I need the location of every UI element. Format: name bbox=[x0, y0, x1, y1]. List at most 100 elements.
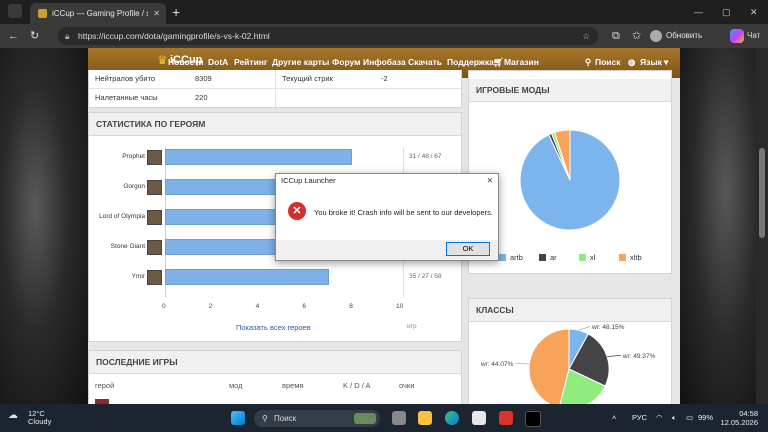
hero-name-label: Gorgon bbox=[123, 183, 145, 190]
start-windows-icon[interactable] bbox=[231, 411, 245, 425]
legend-item[interactable]: artb bbox=[499, 253, 523, 262]
game-modes-title: ИГРОВЫЕ МОДЫ bbox=[469, 79, 671, 102]
background-art-left bbox=[0, 48, 88, 404]
x-tick-label: 2 bbox=[208, 303, 213, 310]
task-view-icon[interactable] bbox=[392, 411, 406, 425]
legend-label: artb bbox=[510, 253, 523, 262]
classes-pie: wr: 48.15%wr: 49.37%wr: 52.24%wr: 44.07% bbox=[480, 324, 656, 404]
recent-games-panel: ПОСЛЕДНИЕ ИГРЫ герой мод время K / D / A… bbox=[88, 350, 462, 404]
lock-icon: 🔒︎ bbox=[65, 31, 70, 41]
scrollbar-thumb[interactable] bbox=[759, 148, 765, 238]
chat-button[interactable]: Чат bbox=[747, 28, 760, 44]
taskbar-clock[interactable]: 04:58 12.05.2026 bbox=[716, 409, 758, 427]
wifi-icon[interactable]: ◠ bbox=[656, 404, 663, 432]
favicon-icon bbox=[38, 9, 47, 18]
new-tab-icon[interactable]: + bbox=[172, 2, 180, 22]
extensions-icon[interactable]: ⧉ bbox=[612, 24, 620, 48]
hero-name-label: Stone Giant bbox=[110, 243, 145, 250]
hero-bar bbox=[165, 149, 353, 165]
weather-cloud-icon: ☁ bbox=[8, 410, 18, 421]
legend-item[interactable]: xltb bbox=[619, 253, 642, 262]
hero-portrait-icon[interactable] bbox=[147, 180, 162, 195]
heroes-panel-title: СТАТИСТИКА ПО ГЕРОЯМ bbox=[89, 113, 461, 136]
close-window-icon[interactable]: ✕ bbox=[750, 0, 758, 24]
stats-table: Нейтралов убито 8309 Текущий стрик -2 На… bbox=[88, 70, 462, 108]
slice-winrate-label: wr: 49.37% bbox=[622, 353, 656, 360]
legend-item[interactable]: xl bbox=[579, 253, 595, 262]
tray-chevron-icon[interactable]: ˄ bbox=[612, 404, 616, 432]
weather-condition: Cloudy bbox=[28, 417, 52, 426]
hero-name-label: Prophet bbox=[122, 153, 145, 160]
stat-value: -2 bbox=[381, 74, 388, 83]
battery-percent: 99% bbox=[698, 413, 714, 422]
maximize-icon[interactable]: ▢ bbox=[722, 0, 731, 24]
column-header-mode: мод bbox=[229, 381, 243, 390]
legend-swatch bbox=[539, 254, 546, 261]
active-app-icon[interactable] bbox=[525, 411, 541, 427]
close-tab-icon[interactable]: ✕ bbox=[153, 3, 160, 24]
hero-portrait-icon[interactable] bbox=[147, 270, 162, 285]
slice-connector-line bbox=[515, 363, 530, 365]
hero-name-label: Ymir bbox=[131, 273, 145, 280]
favorites-icon[interactable]: ✩ bbox=[632, 24, 641, 48]
battery-icon[interactable]: ▭ bbox=[686, 404, 693, 432]
input-language[interactable]: РУС bbox=[632, 404, 647, 432]
hero-name-label: Lord of Olympia bbox=[99, 213, 145, 220]
stat-label: Нейтралов убито bbox=[95, 74, 156, 83]
x-tick-label: 4 bbox=[255, 303, 260, 310]
address-bar[interactable]: 🔒︎ https://iccup.com/dota/gamingprofile/… bbox=[58, 27, 598, 45]
legend-item[interactable]: ar bbox=[539, 253, 557, 262]
back-icon[interactable]: ← bbox=[8, 24, 19, 48]
update-button[interactable]: Обновить bbox=[650, 28, 702, 44]
hero-bar bbox=[165, 269, 329, 285]
file-explorer-icon[interactable] bbox=[418, 411, 432, 425]
game-modes-legend: artb ar xl xltb bbox=[499, 253, 669, 265]
stat-value: 8309 bbox=[195, 74, 212, 83]
error-dialog: ICCup Launcher ✕ ✕ You broke it! Crash i… bbox=[275, 173, 499, 261]
legend-label: xltb bbox=[630, 253, 642, 262]
classes-pie-slice[interactable] bbox=[528, 328, 570, 404]
minimize-icon[interactable]: — bbox=[694, 0, 703, 24]
dialog-title: ICCup Launcher bbox=[281, 176, 336, 185]
browser-toolbar: ← ↻ 🔒︎ https://iccup.com/dota/gamingprof… bbox=[0, 24, 768, 48]
edge-browser-icon[interactable] bbox=[445, 411, 459, 425]
hero-portrait-icon[interactable] bbox=[147, 150, 162, 165]
windows-taskbar: ☁ 12°C Cloudy ⚲ Поиск ˄ РУС ◠ 🔈︎ ▭ 99% 0… bbox=[0, 404, 768, 432]
store-icon[interactable] bbox=[472, 411, 486, 425]
stat-label: Текущий стрик bbox=[282, 74, 333, 83]
legend-swatch bbox=[579, 254, 586, 261]
legend-swatch bbox=[499, 254, 506, 261]
column-header-points: очки bbox=[399, 381, 415, 390]
search-highlight-icon bbox=[354, 413, 376, 424]
taskbar-search[interactable]: ⚲ Поиск bbox=[254, 410, 380, 427]
show-all-heroes-link[interactable]: Показать всех героев bbox=[236, 323, 311, 332]
hero-portrait-icon[interactable] bbox=[147, 240, 162, 255]
dialog-message: You broke it! Crash info will be sent to… bbox=[314, 208, 493, 217]
dialog-body: ✕ You broke it! Crash info will be sent … bbox=[276, 188, 498, 240]
slice-connector-line bbox=[578, 326, 591, 331]
refresh-icon[interactable]: ↻ bbox=[30, 24, 39, 48]
volume-icon[interactable]: 🔈︎ bbox=[672, 404, 677, 432]
browser-tab-bar: iCCup — Gaming Profile / s-vs-k-02 ✕ + —… bbox=[0, 0, 768, 24]
search-icon: ⚲ bbox=[262, 414, 268, 423]
slice-winrate-label: wr: 44.07% bbox=[480, 361, 514, 368]
iccup-logo-icon: ♛ bbox=[157, 53, 168, 67]
window-menu-icon[interactable] bbox=[8, 4, 22, 18]
update-label: Обновить bbox=[666, 31, 703, 40]
app-l-icon[interactable] bbox=[499, 411, 513, 425]
column-header-hero: герой bbox=[95, 381, 115, 390]
slice-connector-line bbox=[607, 355, 621, 358]
x-tick-label: 10 bbox=[396, 303, 404, 310]
tab-title: iCCup — Gaming Profile / s-vs-k-02 bbox=[52, 9, 148, 18]
favorite-star-icon[interactable]: ☆ bbox=[582, 27, 590, 45]
weather-widget[interactable]: 12°C Cloudy bbox=[28, 410, 51, 426]
stat-label: Налетанные часы bbox=[95, 93, 158, 102]
hero-kda-stat: 31 / 48 / 67 bbox=[409, 153, 442, 160]
browser-tab[interactable]: iCCup — Gaming Profile / s-vs-k-02 ✕ bbox=[30, 3, 166, 24]
dialog-close-icon[interactable]: ✕ bbox=[487, 174, 493, 188]
clock-time: 04:58 bbox=[739, 409, 758, 418]
x-tick-label: 0 bbox=[162, 303, 166, 310]
copilot-icon[interactable] bbox=[730, 29, 744, 43]
ok-button[interactable]: OK bbox=[446, 242, 490, 256]
hero-portrait-icon[interactable] bbox=[147, 210, 162, 225]
